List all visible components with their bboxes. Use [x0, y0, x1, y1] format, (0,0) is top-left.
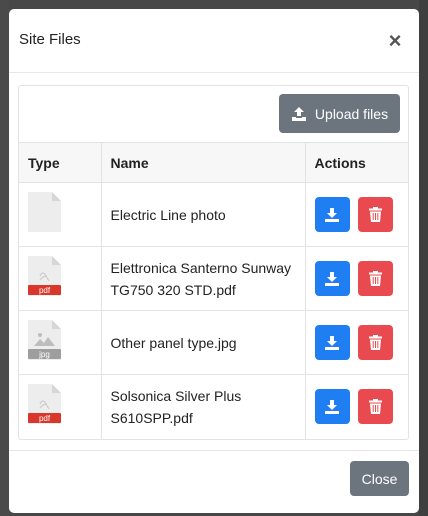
actions-cell — [304, 246, 408, 311]
backdrop-right — [419, 0, 428, 516]
type-cell: pdf — [19, 375, 101, 439]
download-icon — [325, 207, 339, 222]
file-type-badge: pdf — [39, 286, 51, 295]
table-row: Electric Line photo — [19, 182, 408, 247]
delete-button[interactable] — [357, 261, 393, 296]
file-type-badge: pdf — [39, 414, 51, 423]
row-actions — [314, 261, 400, 296]
row-actions — [314, 197, 400, 232]
file-icon — [28, 191, 61, 232]
upload-files-label: Upload files — [314, 105, 389, 122]
modal-header: Site Files × — [9, 9, 419, 73]
modal-title: Site Files — [19, 31, 81, 48]
delete-button[interactable] — [357, 325, 393, 360]
file-name-cell: Elettronica Santerno Sunway TG750 320 STD… — [100, 246, 305, 311]
file-name-cell: Other panel type.jpg — [100, 310, 305, 375]
header-type: Type — [19, 142, 101, 183]
header-name: Name — [100, 142, 305, 183]
delete-button[interactable] — [357, 389, 393, 425]
pdf-file-icon: pdf — [28, 255, 61, 296]
file-name-cell: Solsonica Silver Plus S610SPP.pdf — [100, 374, 305, 439]
trash-icon — [368, 207, 382, 222]
table-row: pdf Solsonica Silver Plus S610SPP.pdf — [19, 374, 408, 439]
upload-icon — [291, 106, 306, 121]
download-icon — [325, 335, 339, 350]
trash-icon — [368, 335, 382, 350]
file-name-line: TG750 320 STD.pdf — [110, 281, 236, 298]
trash-icon — [368, 271, 382, 286]
modal-footer: Close — [9, 450, 419, 513]
file-name-cell: Electric Line photo — [100, 182, 305, 247]
file-name-line: S610SPP.pdf — [110, 409, 193, 426]
actions-cell — [304, 182, 408, 247]
row-actions — [314, 389, 400, 425]
file-name-line: Electric Line photo — [110, 206, 226, 223]
image-file-icon: jpg — [28, 319, 61, 360]
table-row: jpg Other panel type.jpg — [19, 310, 408, 375]
type-cell: pdf — [19, 246, 101, 311]
file-name-line: Other panel type.jpg — [110, 334, 237, 351]
trash-icon — [368, 399, 382, 415]
download-button[interactable] — [314, 197, 350, 232]
table-row: pdf Elettronica Santerno Sunway TG750 320… — [19, 246, 408, 311]
download-button[interactable] — [314, 389, 350, 425]
row-actions — [314, 325, 400, 360]
backdrop — [0, 0, 9, 516]
actions-cell — [304, 374, 408, 439]
close-icon[interactable]: × — [385, 30, 405, 52]
download-button[interactable] — [314, 261, 350, 296]
file-name-line: Solsonica Silver Plus — [110, 387, 242, 404]
download-icon — [325, 399, 339, 414]
files-panel: Upload files Type Name Actions Electric … — [18, 85, 409, 440]
type-cell — [19, 182, 101, 247]
file-type-badge: jpg — [38, 350, 50, 359]
download-icon — [325, 271, 339, 286]
files-table: Type Name Actions Electric Line photo pd… — [19, 142, 408, 439]
download-button[interactable] — [314, 325, 350, 360]
file-name-line: Elettronica Santerno Sunway — [110, 259, 292, 276]
close-button[interactable]: Close — [350, 461, 409, 496]
site-files-modal: Site Files × Upload files Type Name Acti… — [9, 9, 419, 513]
upload-files-button[interactable]: Upload files — [279, 94, 400, 133]
delete-button[interactable] — [357, 197, 393, 232]
pdf-file-icon: pdf — [28, 383, 61, 424]
type-cell: jpg — [19, 310, 101, 375]
header-actions: Actions — [304, 142, 408, 183]
actions-cell — [304, 310, 408, 375]
